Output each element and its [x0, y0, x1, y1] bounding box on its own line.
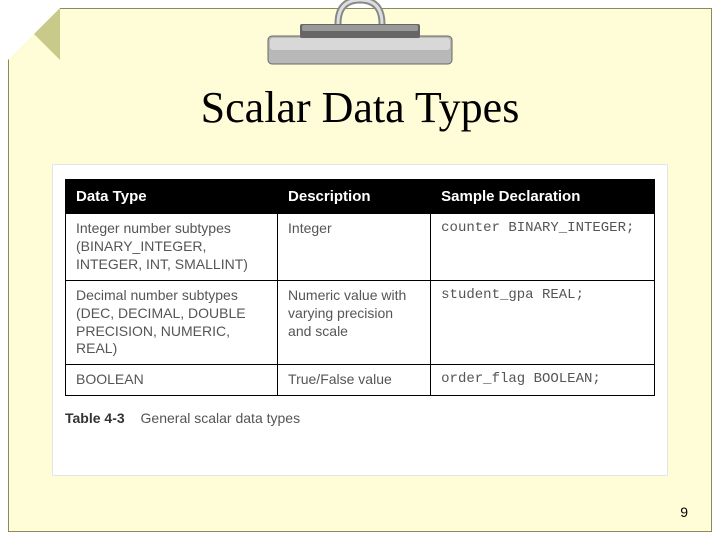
table-caption: Table 4-3 General scalar data types — [65, 410, 655, 426]
slide-title: Scalar Data Types — [0, 82, 720, 133]
cell-description: Numeric value with varying precision and… — [278, 280, 431, 365]
table-header-row: Data Type Description Sample Declaration — [66, 180, 655, 214]
cell-datatype: Integer number subtypes (BINARY_INTEGER,… — [66, 214, 278, 281]
col-header-datatype: Data Type — [66, 180, 278, 214]
clipboard-clip-icon — [260, 0, 460, 77]
table-row: Integer number subtypes (BINARY_INTEGER,… — [66, 214, 655, 281]
table-container: Data Type Description Sample Declaration… — [52, 164, 668, 476]
cell-sample: counter BINARY_INTEGER; — [431, 214, 655, 281]
cell-description: Integer — [278, 214, 431, 281]
cell-datatype: Decimal number subtypes (DEC, DECIMAL, D… — [66, 280, 278, 365]
table-row: BOOLEAN True/False value order_flag BOOL… — [66, 365, 655, 396]
data-types-table: Data Type Description Sample Declaration… — [65, 179, 655, 396]
table-row: Decimal number subtypes (DEC, DECIMAL, D… — [66, 280, 655, 365]
col-header-description: Description — [278, 180, 431, 214]
cell-datatype: BOOLEAN — [66, 365, 278, 396]
page-fold — [8, 8, 60, 60]
cell-description: True/False value — [278, 365, 431, 396]
cell-sample: student_gpa REAL; — [431, 280, 655, 365]
caption-text: General scalar data types — [141, 410, 301, 426]
cell-sample: order_flag BOOLEAN; — [431, 365, 655, 396]
caption-label: Table 4-3 — [65, 410, 125, 426]
page-number: 9 — [680, 504, 688, 520]
col-header-sample: Sample Declaration — [431, 180, 655, 214]
